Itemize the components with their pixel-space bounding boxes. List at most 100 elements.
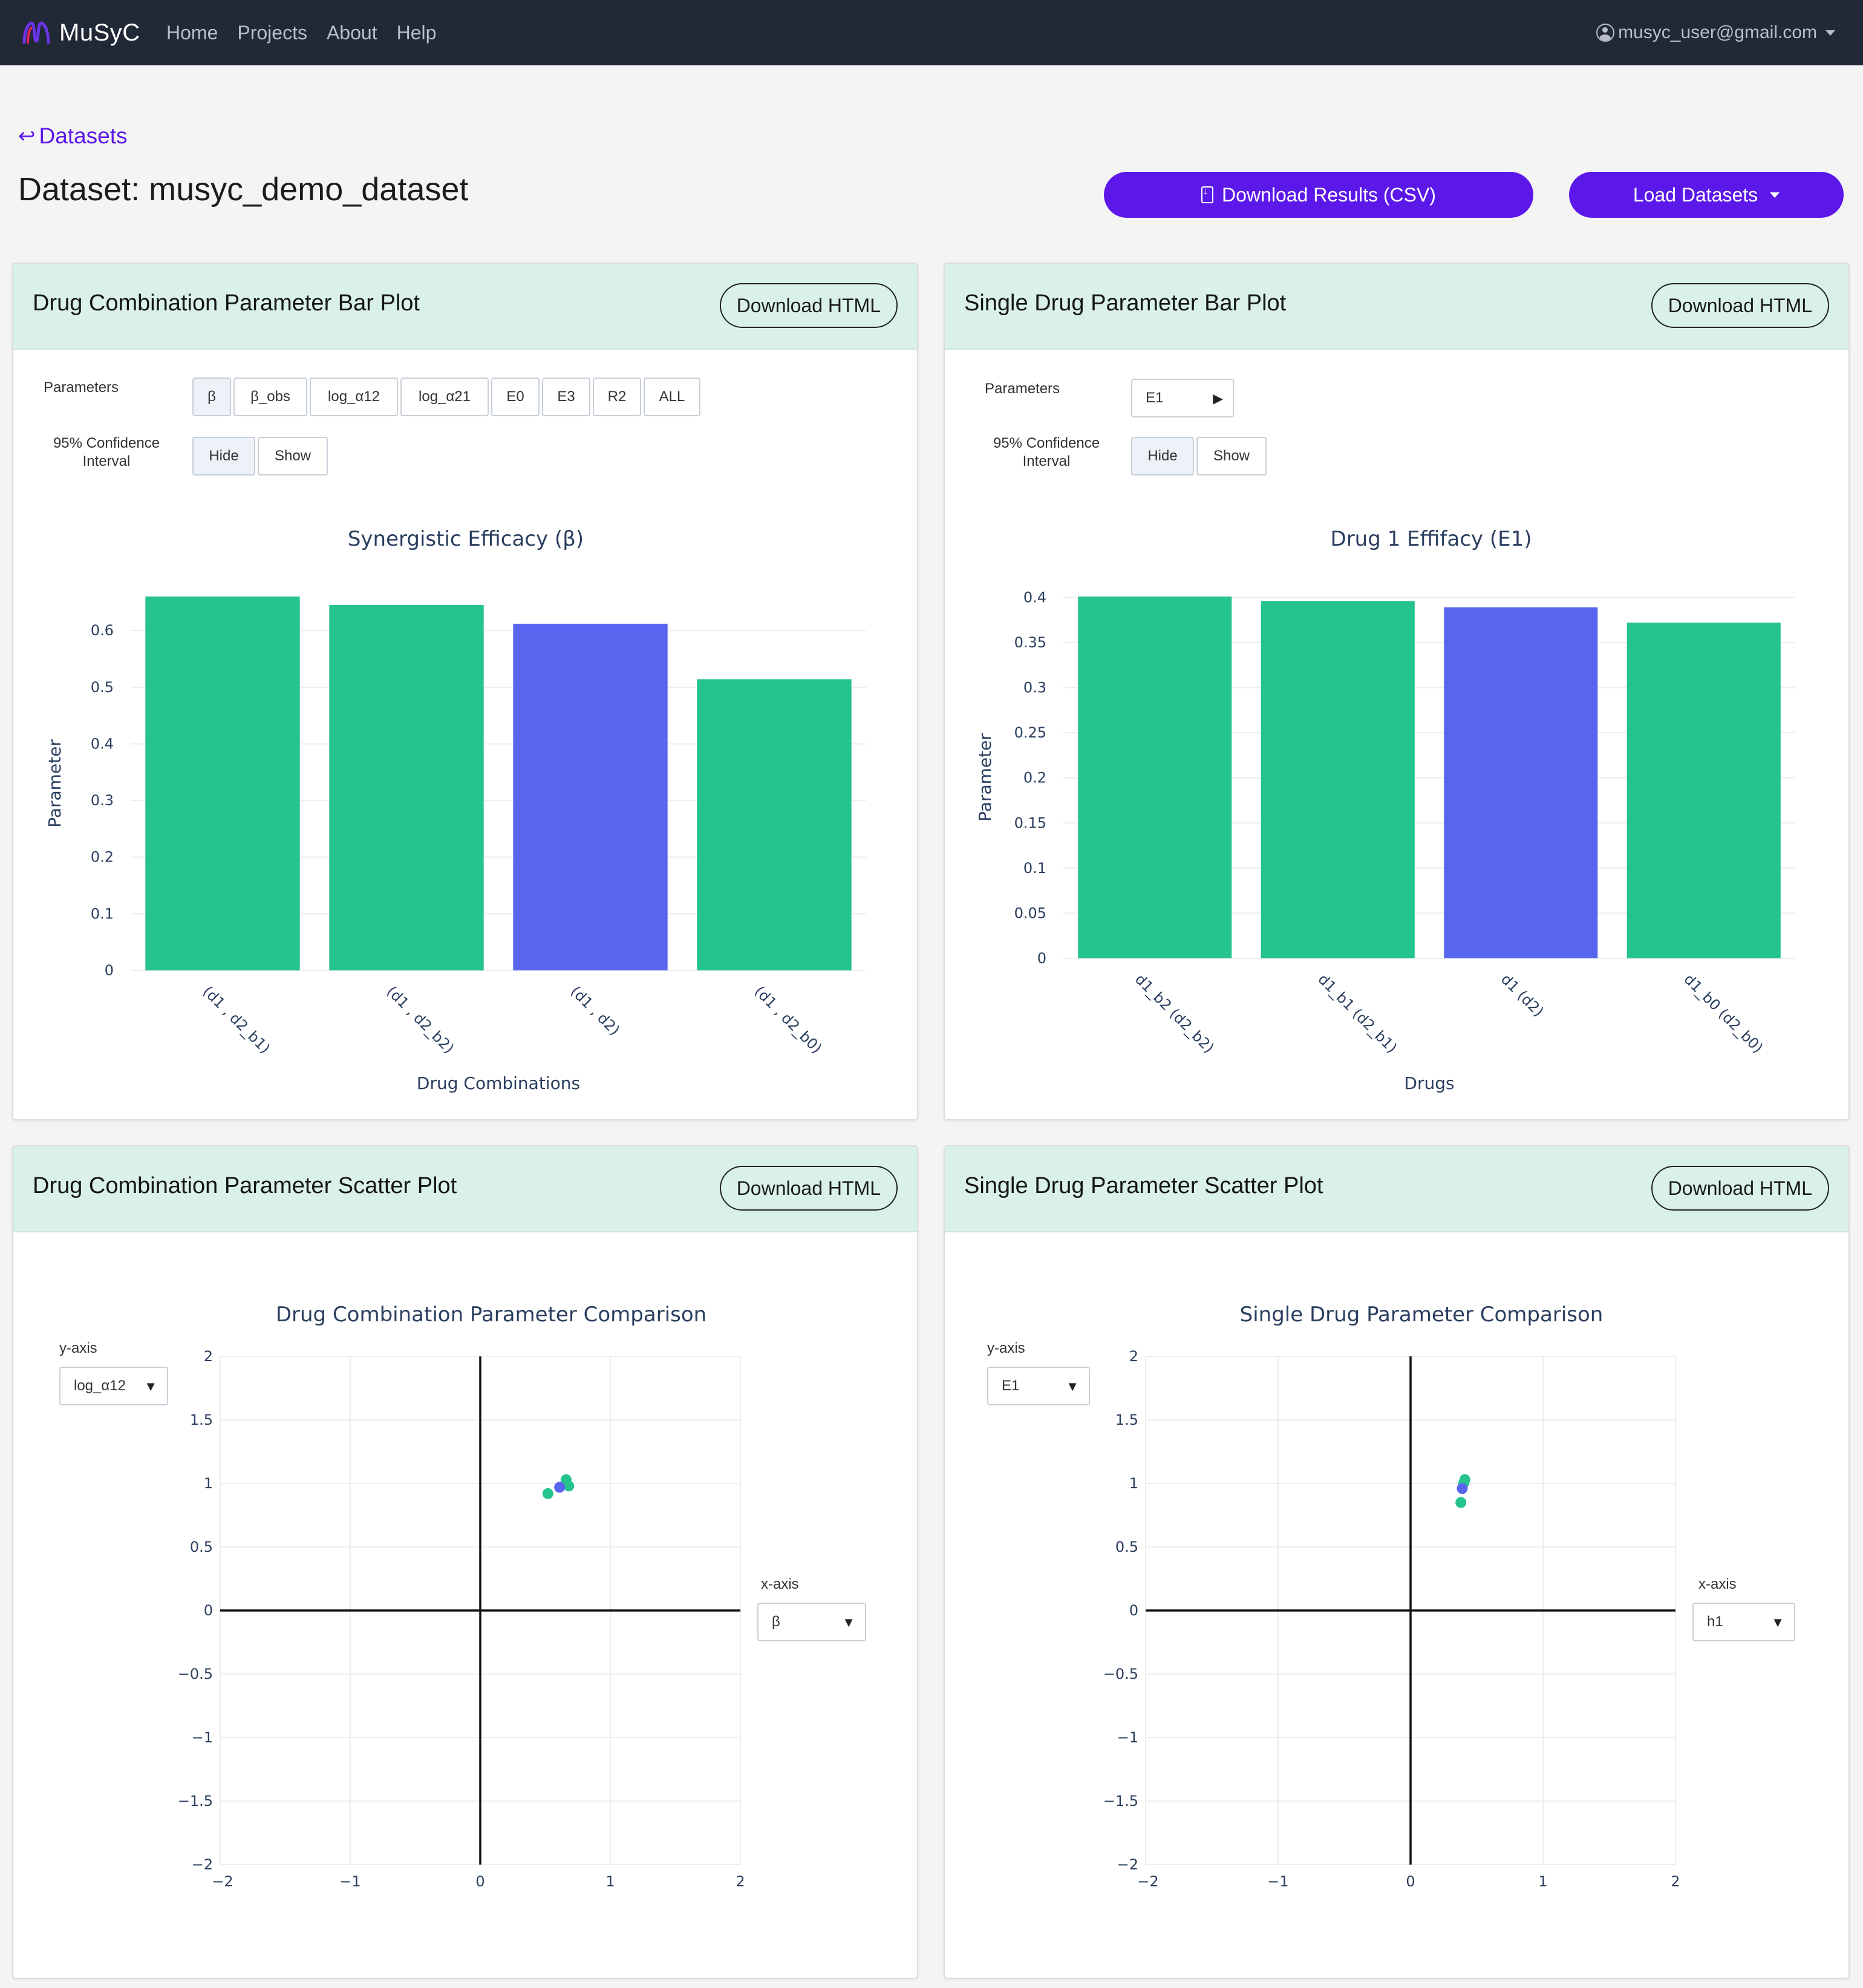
chart-title: Drug Combination Parameter Comparison	[276, 1303, 706, 1327]
nav-home[interactable]: Home	[166, 18, 218, 47]
ci-show-button[interactable]: Show	[258, 437, 328, 476]
y-tick-label: 1	[204, 1475, 213, 1492]
download-html-button[interactable]: Download HTML	[1651, 1166, 1829, 1211]
parameter-select-value: E1	[1146, 390, 1164, 406]
y-tick-label: 1	[1129, 1475, 1138, 1492]
y-tick-label: 2	[204, 1348, 213, 1365]
y-axis-select-label: y-axis	[59, 1340, 97, 1356]
y-axis-select-value: E1	[1002, 1378, 1020, 1394]
param-log-alpha12-button[interactable]: log_α12	[310, 378, 398, 416]
parameter-select[interactable]: E1 ▶	[1131, 379, 1234, 417]
y-tick-label: 0	[1037, 950, 1046, 967]
x-tick-label: −2	[212, 1873, 233, 1890]
load-datasets-button[interactable]: Load Datasets	[1569, 172, 1844, 218]
param-beta-button[interactable]: β	[192, 378, 231, 416]
y-axis-title: Parameter	[45, 739, 65, 828]
brand-name: MuSyC	[59, 19, 140, 46]
ci-hide-button[interactable]: Hide	[1131, 437, 1194, 476]
bar	[1626, 623, 1781, 958]
card-header: Single Drug Parameter Bar Plot Download …	[945, 264, 1848, 350]
x-tick-label: 2	[736, 1873, 745, 1890]
return-arrow-icon: ↩	[18, 125, 36, 148]
x-axis-select[interactable]: β ▼	[757, 1603, 866, 1641]
y-tick-label: 0.05	[1014, 904, 1046, 921]
y-tick-label: 0	[1129, 1602, 1138, 1619]
y-tick-label: 0.35	[1014, 634, 1046, 651]
x-tick-label: 2	[1671, 1873, 1680, 1890]
x-axis-select-value: β	[772, 1614, 780, 1630]
ci-show-button[interactable]: Show	[1196, 437, 1267, 476]
y-tick-label: 0.5	[91, 679, 114, 696]
y-tick-label: −1	[192, 1729, 213, 1746]
confidence-interval-toggle: Hide Show	[192, 437, 330, 476]
param-e0-button[interactable]: E0	[491, 378, 540, 416]
y-tick-label: −0.5	[178, 1666, 213, 1682]
y-axis-select[interactable]: log_α12 ▼	[59, 1367, 168, 1405]
y-tick-label: −1.5	[1103, 1793, 1138, 1810]
bar	[697, 679, 852, 970]
y-tick-label: −1.5	[178, 1793, 213, 1810]
user-email: musyc_user@gmail.com	[1618, 22, 1817, 42]
y-tick-label: 0.3	[91, 792, 114, 809]
download-html-button[interactable]: Download HTML	[719, 1166, 898, 1211]
x-tick-label: −1	[1267, 1873, 1288, 1890]
param-e3-button[interactable]: E3	[542, 378, 590, 416]
card-title: Single Drug Parameter Bar Plot	[964, 290, 1287, 316]
param-log-alpha21-button[interactable]: log_α21	[400, 378, 489, 416]
caret-down-icon: ▼	[144, 1379, 157, 1394]
brand[interactable]: MuSyC	[21, 13, 140, 52]
nav-projects[interactable]: Projects	[237, 18, 307, 47]
x-tick-label: d1_b0 (d2_b0)	[1681, 970, 1767, 1056]
caret-down-icon: ▼	[842, 1615, 855, 1630]
y-tick-label: 2	[1129, 1348, 1138, 1365]
x-tick-label: 0	[475, 1873, 485, 1890]
param-all-button[interactable]: ALL	[644, 378, 700, 416]
card-header: Drug Combination Parameter Bar Plot Down…	[13, 264, 917, 350]
download-html-button[interactable]: Download HTML	[719, 283, 898, 328]
param-beta-obs-button[interactable]: β_obs	[233, 378, 307, 416]
x-tick-label: (d1 , d2)	[567, 983, 623, 1038]
confidence-interval-toggle: Hide Show	[1131, 437, 1269, 476]
x-tick-label: 1	[605, 1873, 615, 1890]
back-link-label: Datasets	[39, 123, 128, 148]
user-menu[interactable]: musyc_user@gmail.com	[1596, 18, 1835, 47]
chevron-down-icon	[1825, 30, 1835, 36]
y-axis-select-label: y-axis	[987, 1340, 1025, 1356]
parameters-label: Parameters	[985, 381, 1060, 397]
y-tick-label: 0.25	[1014, 724, 1046, 741]
nav-help[interactable]: Help	[397, 18, 437, 47]
param-r2-button[interactable]: R2	[593, 378, 641, 416]
navbar: MuSyC Home Projects About Help musyc_use…	[0, 0, 1863, 65]
scatter-point	[1455, 1497, 1467, 1508]
card-title: Single Drug Parameter Scatter Plot	[964, 1173, 1323, 1198]
parameters-label: Parameters	[44, 379, 119, 396]
x-tick-label: (d1 , d2_b2)	[383, 983, 457, 1056]
x-tick-label: 1	[1538, 1873, 1547, 1890]
x-tick-label: d1_b1 (d2_b1)	[1315, 970, 1401, 1056]
download-html-button[interactable]: Download HTML	[1651, 283, 1829, 328]
chart-title: Drug 1 Effifacy (E1)	[1331, 527, 1532, 551]
y-axis-select[interactable]: E1 ▼	[987, 1367, 1090, 1405]
y-tick-label: 0.4	[91, 735, 114, 752]
caret-down-icon: ▼	[1066, 1379, 1079, 1394]
y-tick-label: 0.15	[1014, 814, 1046, 831]
caret-right-icon: ▶	[1213, 391, 1223, 406]
nav-links: Home Projects About Help	[166, 18, 455, 47]
x-axis-select[interactable]: h1 ▼	[1692, 1603, 1795, 1641]
x-axis-select-label: x-axis	[1698, 1576, 1737, 1592]
download-results-button[interactable]: Download Results (CSV)	[1104, 172, 1533, 218]
scatter-point	[554, 1482, 566, 1493]
user-icon	[1596, 24, 1615, 42]
chevron-down-icon	[1770, 192, 1780, 198]
single-bar-chart: Drug 1 Effifacy (E1) 0 0.05 0.1 0.15 0.2 0.25 0…	[975, 527, 1795, 1093]
bar	[145, 597, 300, 970]
ci-hide-button[interactable]: Hide	[192, 437, 255, 476]
bar	[1261, 601, 1415, 958]
bar	[329, 605, 484, 970]
y-tick-label: 0.1	[1023, 860, 1046, 877]
back-to-datasets-link[interactable]: ↩ Datasets	[18, 123, 128, 149]
y-tick-label: 0.2	[91, 849, 114, 866]
download-results-label: Download Results (CSV)	[1222, 183, 1436, 206]
card-header: Drug Combination Parameter Scatter Plot …	[13, 1146, 917, 1232]
nav-about[interactable]: About	[327, 18, 377, 47]
